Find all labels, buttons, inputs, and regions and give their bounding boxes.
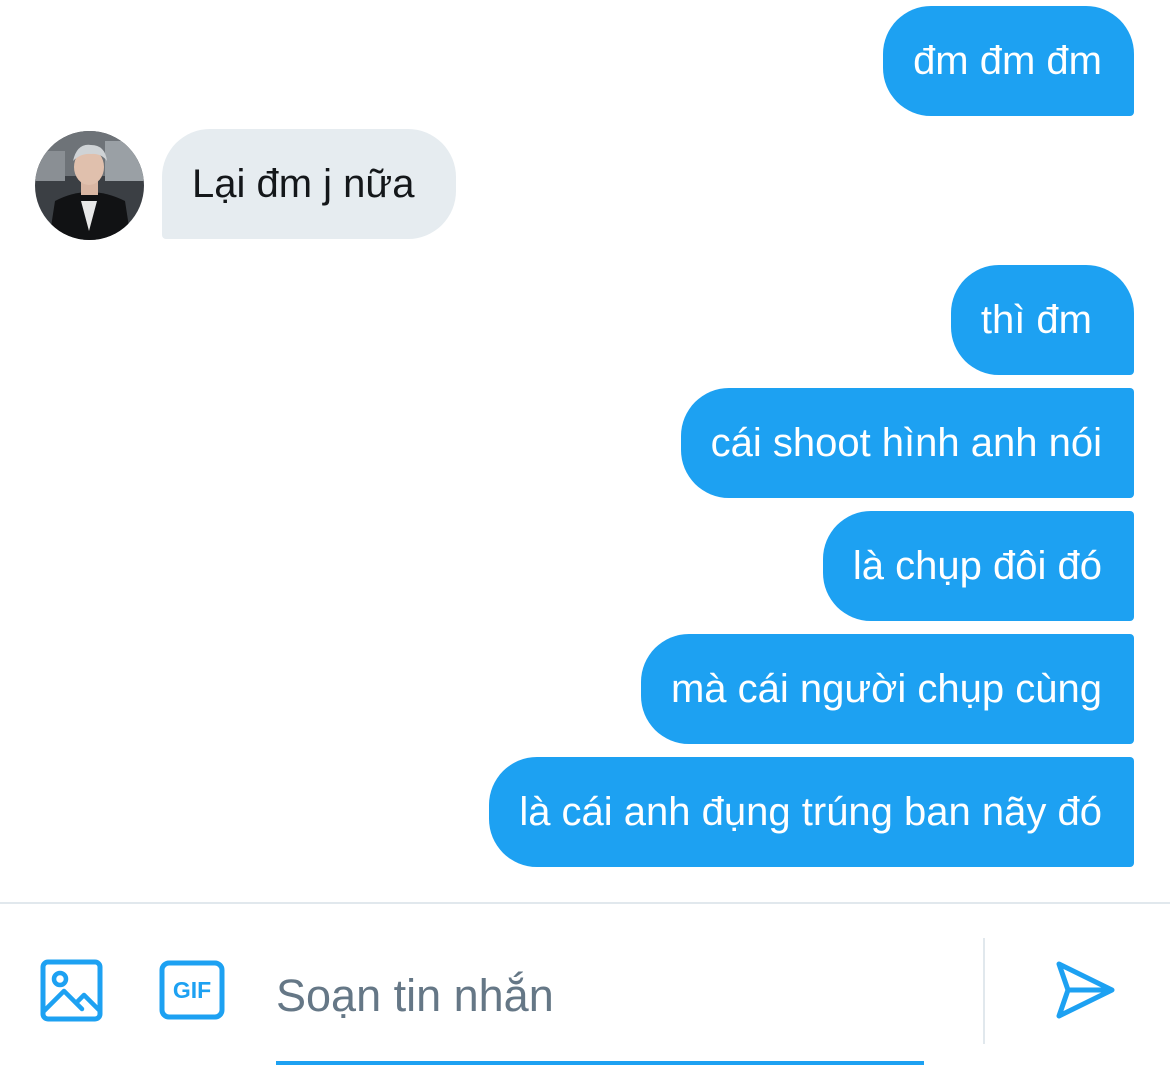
message-bubble-incoming[interactable]: Lại đm j nữa <box>162 129 457 239</box>
gif-button-label: GIF <box>172 977 212 1003</box>
image-icon <box>40 959 103 1022</box>
message-bubble-outgoing[interactable]: thì đm <box>950 265 1134 375</box>
message-bubble-outgoing[interactable]: là cái anh đụng trúng ban nãy đó <box>489 757 1134 867</box>
input-focus-underline <box>276 1061 924 1065</box>
send-separator <box>983 938 985 1044</box>
add-image-button[interactable] <box>40 959 103 1022</box>
message-bubble-outgoing[interactable]: là chụp đôi đó <box>822 511 1134 621</box>
user-avatar-photo-icon <box>35 131 144 240</box>
message-bubble-outgoing[interactable]: cái shoot hình anh nói <box>680 388 1134 498</box>
message-bubble-outgoing[interactable]: đm đm đm <box>883 6 1134 116</box>
message-composer: GIF <box>0 904 1170 1071</box>
message-bubble-outgoing[interactable]: mà cái người chụp cùng <box>640 634 1134 744</box>
message-thread[interactable]: đm đm đm Lại đm j nữa thì đm cái shoot h… <box>0 0 1170 902</box>
dm-conversation-screen: đm đm đm Lại đm j nữa thì đm cái shoot h… <box>0 0 1170 1071</box>
send-button[interactable] <box>1054 958 1118 1022</box>
send-icon <box>1056 961 1115 1019</box>
message-input[interactable] <box>276 956 924 1036</box>
add-gif-button[interactable]: GIF <box>159 960 225 1020</box>
sender-avatar[interactable] <box>35 131 144 240</box>
